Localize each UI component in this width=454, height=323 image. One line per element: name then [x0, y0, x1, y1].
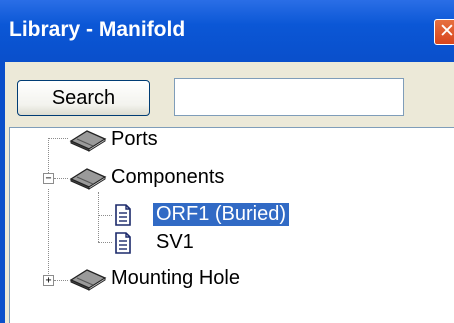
- tree-line: [54, 178, 68, 179]
- book-icon: [69, 269, 107, 291]
- tree-item-label: ORF1 (Buried): [153, 203, 290, 226]
- close-icon: ✕: [439, 20, 454, 42]
- tree-line: [98, 192, 99, 242]
- document-icon: [115, 204, 131, 226]
- document-icon: [115, 232, 131, 254]
- library-tree[interactable]: Ports − Components ORF1 (Buried) SV1 + M…: [9, 127, 454, 323]
- tree-item-label: Components: [111, 166, 225, 188]
- search-input[interactable]: [174, 78, 404, 116]
- expand-icon[interactable]: +: [43, 275, 54, 286]
- tree-item-label: Mounting Hole: [111, 267, 240, 289]
- tree-line: [98, 215, 112, 216]
- tree-line: [48, 189, 49, 278]
- title-bar[interactable]: Library - Manifold ✕: [0, 0, 454, 62]
- tree-item-label: SV1: [156, 231, 194, 253]
- tree-line: [98, 242, 112, 243]
- tree-item-label: Ports: [111, 128, 158, 150]
- tree-line: [54, 280, 68, 281]
- collapse-icon[interactable]: −: [43, 173, 54, 184]
- book-icon: [69, 168, 107, 190]
- window-title: Library - Manifold: [9, 18, 186, 41]
- search-button[interactable]: Search: [17, 80, 150, 116]
- close-button[interactable]: ✕: [434, 19, 454, 45]
- tree-line: [48, 138, 68, 139]
- book-icon: [69, 130, 107, 152]
